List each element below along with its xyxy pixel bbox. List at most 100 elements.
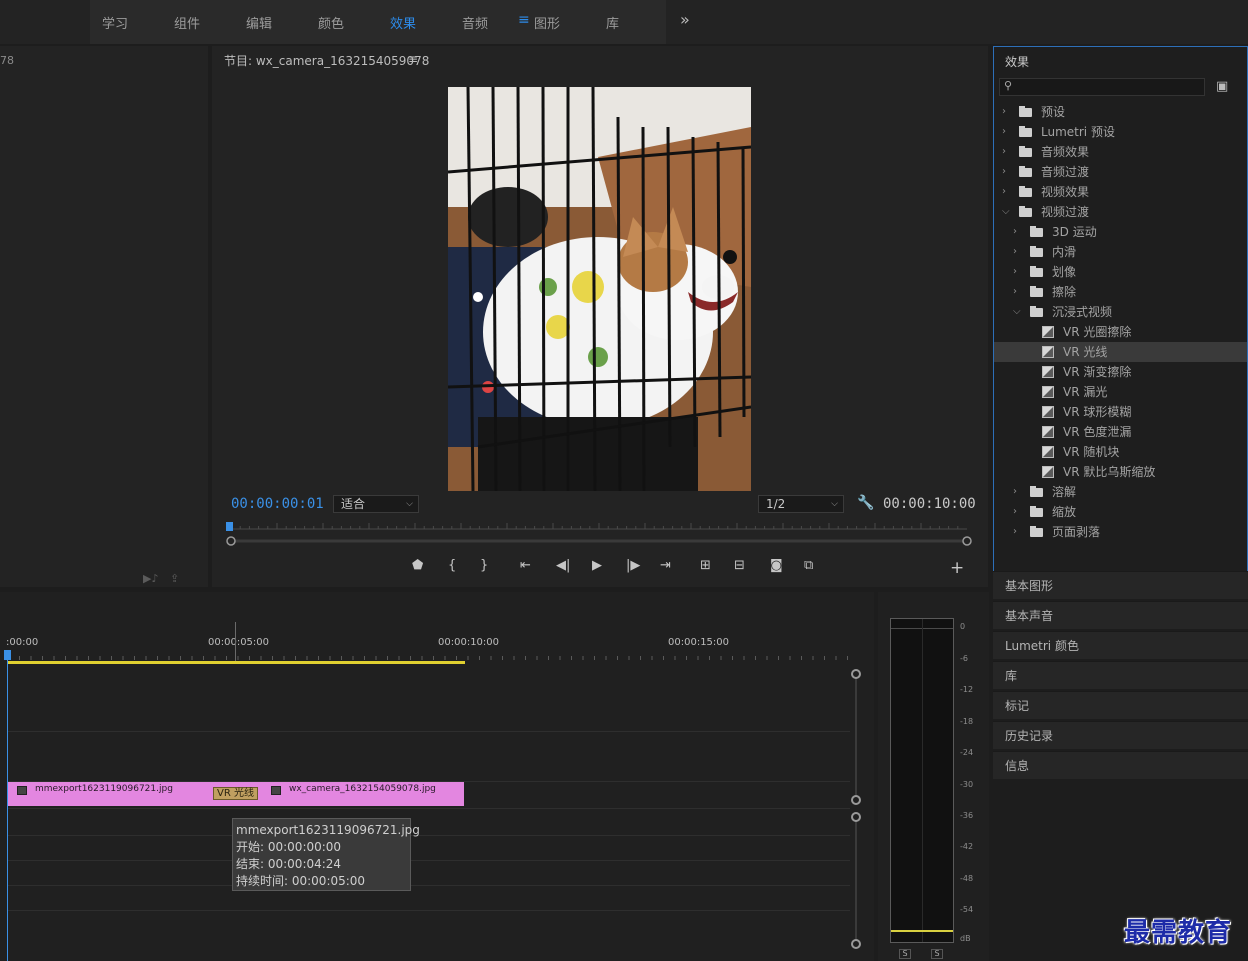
- transition-label[interactable]: VR 光线: [213, 787, 258, 800]
- panel-essential-sound[interactable]: 基本声音: [993, 601, 1248, 629]
- tab-audio[interactable]: 音频: [462, 13, 488, 32]
- play-icon[interactable]: ▶: [592, 558, 602, 573]
- chevron-right-icon[interactable]: ›: [1013, 242, 1017, 262]
- effect-folder[interactable]: › Lumetri 预设: [994, 122, 1247, 142]
- step-forward-icon[interactable]: |▶: [626, 558, 640, 573]
- chevron-right-icon[interactable]: ›: [1002, 182, 1006, 202]
- clip-a[interactable]: mmexport1623119096721.jpg: [7, 782, 233, 806]
- extract-icon[interactable]: ⊟: [734, 558, 745, 573]
- effect-folder[interactable]: › 划像: [994, 262, 1247, 282]
- chevron-right-icon[interactable]: ›: [1013, 482, 1017, 502]
- effect-folder[interactable]: › 内滑: [994, 242, 1247, 262]
- camera-icon[interactable]: ◙: [770, 558, 783, 573]
- tab-assembly[interactable]: 组件: [174, 13, 200, 32]
- chevron-right-icon[interactable]: ›: [1002, 102, 1006, 122]
- mark-in-icon[interactable]: {: [448, 558, 456, 573]
- folder-icon: [1030, 526, 1043, 537]
- step-back-icon[interactable]: ◀|: [556, 558, 570, 573]
- folder-icon: [1030, 506, 1043, 517]
- resolution-select[interactable]: 1/2 ⌵: [758, 495, 844, 513]
- chevron-right-icon[interactable]: ›: [1002, 142, 1006, 162]
- db-label: -48: [960, 874, 974, 883]
- playhead[interactable]: [7, 654, 8, 961]
- panel-lumetri-color[interactable]: Lumetri 颜色: [993, 631, 1248, 659]
- chevron-right-icon[interactable]: ›: [1013, 502, 1017, 522]
- effect-item[interactable]: VR 默比乌斯缩放: [994, 462, 1247, 482]
- panel-menu-icon[interactable]: ≡: [408, 52, 418, 66]
- effect-item[interactable]: VR 色度泄漏: [994, 422, 1247, 442]
- chevron-right-icon[interactable]: ›: [1013, 282, 1017, 302]
- panel-libraries[interactable]: 库: [993, 661, 1248, 689]
- panel-markers[interactable]: 标记: [993, 691, 1248, 719]
- scroll-handle-icon[interactable]: [851, 939, 861, 949]
- tab-libraries[interactable]: 库: [606, 13, 619, 32]
- effect-item[interactable]: VR 球形模糊: [994, 402, 1247, 422]
- effect-folder[interactable]: ⌵ 视频过渡: [994, 202, 1247, 222]
- effect-folder[interactable]: › 擦除: [994, 282, 1247, 302]
- compare-view-icon[interactable]: ⧉: [804, 558, 813, 573]
- work-area-bar[interactable]: [8, 661, 465, 664]
- mark-out-icon[interactable]: }: [480, 558, 488, 573]
- effect-folder[interactable]: › 页面剥落: [994, 522, 1247, 542]
- chevron-down-icon[interactable]: ⌵: [1002, 202, 1010, 222]
- scroll-handle-icon[interactable]: [851, 812, 861, 822]
- panel-history[interactable]: 历史记录: [993, 721, 1248, 749]
- audio-track-scrollbar[interactable]: [855, 816, 865, 943]
- panel-info[interactable]: 信息: [993, 751, 1248, 779]
- scroll-handle-icon[interactable]: [851, 795, 861, 805]
- effect-folder[interactable]: › 3D 运动: [994, 222, 1247, 242]
- insert-icon[interactable]: ▶♪: [143, 572, 158, 585]
- hamburger-menu-icon[interactable]: ≡: [518, 12, 530, 28]
- chevron-right-icon[interactable]: ›: [1002, 162, 1006, 182]
- effect-folder[interactable]: › 预设: [994, 102, 1247, 122]
- more-workspaces-icon[interactable]: »: [680, 10, 690, 29]
- source-timecode: 78: [0, 54, 14, 67]
- chevron-right-icon[interactable]: ›: [1013, 222, 1017, 242]
- export-icon[interactable]: ⇪: [170, 572, 179, 585]
- effect-item[interactable]: VR 渐变擦除: [994, 362, 1247, 382]
- effect-folder[interactable]: › 音频过渡: [994, 162, 1247, 182]
- chevron-down-icon[interactable]: ⌵: [1013, 302, 1021, 322]
- scroll-handle-icon[interactable]: [851, 669, 861, 679]
- effect-item[interactable]: VR 漏光: [994, 382, 1247, 402]
- wrench-icon[interactable]: 🔧: [857, 495, 874, 511]
- panel-essential-graphics[interactable]: 基本图形: [993, 571, 1248, 599]
- go-to-out-icon[interactable]: ⇥: [660, 558, 671, 573]
- effect-item[interactable]: VR 随机块: [994, 442, 1247, 462]
- folder-icon: [1030, 226, 1043, 237]
- effect-folder[interactable]: › 视频效果: [994, 182, 1247, 202]
- watermark-logo: 最需教育: [1124, 918, 1233, 948]
- tree-item-label: 页面剥落: [1052, 525, 1101, 539]
- chevron-right-icon[interactable]: ›: [1013, 522, 1017, 542]
- tab-editing[interactable]: 编辑: [246, 13, 272, 32]
- effect-item[interactable]: VR 光圈擦除: [994, 322, 1247, 342]
- effects-search-input[interactable]: ⚲: [999, 78, 1205, 96]
- folder-icon: [1019, 106, 1032, 117]
- lift-icon[interactable]: ⊞: [700, 558, 711, 573]
- tab-learn[interactable]: 学习: [102, 13, 128, 32]
- tab-effects[interactable]: 效果: [390, 13, 416, 32]
- effect-folder[interactable]: › 溶解: [994, 482, 1247, 502]
- zoom-select[interactable]: 适合 ⌵: [333, 495, 419, 513]
- clip-b[interactable]: wx_camera_1632154059078.jpg: [261, 782, 464, 806]
- effect-folder[interactable]: › 音频效果: [994, 142, 1247, 162]
- db-label: -24: [960, 748, 974, 757]
- add-button-icon[interactable]: +: [950, 558, 964, 578]
- chevron-right-icon[interactable]: ›: [1002, 122, 1006, 142]
- solo-left-button[interactable]: S: [899, 949, 911, 959]
- tooltip-duration: 持续时间: 00:00:05:00: [236, 874, 366, 888]
- effect-folder[interactable]: › 缩放: [994, 502, 1247, 522]
- solo-right-button[interactable]: S: [931, 949, 943, 959]
- tab-color[interactable]: 颜色: [318, 13, 344, 32]
- program-scrubber[interactable]: [226, 522, 972, 546]
- add-marker-icon[interactable]: ⬟: [412, 558, 423, 573]
- tab-graphics[interactable]: 图形: [534, 13, 560, 32]
- new-bin-icon[interactable]: ▣: [1216, 79, 1228, 94]
- tree-item-label: VR 球形模糊: [1063, 405, 1132, 419]
- video-track-scrollbar[interactable]: [855, 672, 865, 802]
- go-to-in-icon[interactable]: ⇤: [520, 558, 531, 573]
- effect-folder[interactable]: ⌵ 沉浸式视频: [994, 302, 1247, 322]
- current-timecode[interactable]: 00:00:00:01: [231, 496, 324, 512]
- effect-item[interactable]: VR 光线: [994, 342, 1247, 362]
- chevron-right-icon[interactable]: ›: [1013, 262, 1017, 282]
